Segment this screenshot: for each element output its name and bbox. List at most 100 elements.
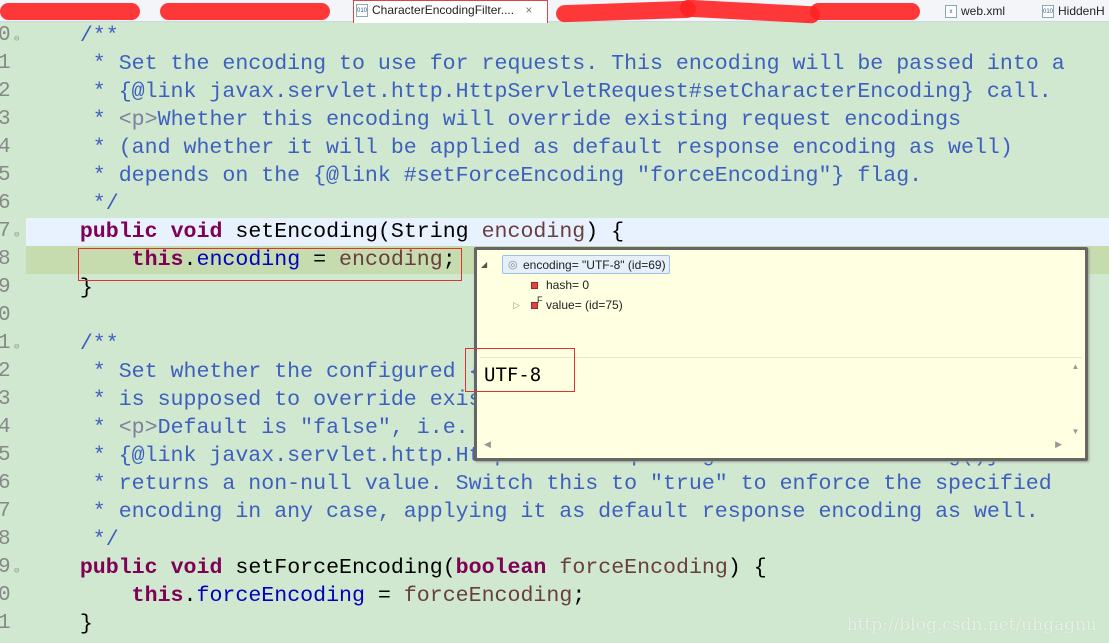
class-file-icon: 010	[1042, 5, 1054, 18]
code-token: *	[28, 108, 119, 132]
code-token: */	[28, 528, 119, 552]
final-marker: F	[537, 295, 543, 305]
code-line[interactable]: 6 * returns a non-null value. Switch thi…	[0, 470, 1109, 498]
code-token: * is supposed to override exis	[28, 388, 482, 412]
line-number: 1	[0, 332, 11, 355]
code-token: .	[183, 584, 197, 608]
code-line[interactable]: 8 */	[0, 526, 1109, 554]
redacted-tab-4[interactable]	[679, 0, 821, 24]
code-token: this	[131, 584, 184, 608]
local-variable-icon: ◎	[508, 259, 518, 271]
node-label: encoding= "UTF-8" (id=69)	[523, 258, 666, 272]
fold-toggle-icon[interactable]: ⊖	[14, 25, 19, 53]
line-number: 1	[0, 52, 11, 75]
code-token: * depends on the {@link #setForceEncodin…	[28, 164, 923, 188]
tab-hidden[interactable]: 010 HiddenH	[1040, 2, 1105, 22]
vertical-scrollbar[interactable]: ▲ ▼	[1069, 358, 1082, 442]
code-token: void	[170, 220, 223, 244]
line-number: 5	[0, 444, 11, 467]
line-number: 8	[0, 528, 11, 551]
line-number: 2	[0, 80, 11, 103]
tab-web-xml[interactable]: x web.xml	[943, 2, 1005, 22]
line-number: 3	[0, 108, 11, 131]
tab-label: CharacterEncodingFilter....	[372, 3, 515, 17]
code-token: * {@link javax.servlet.http.HttpServletR…	[28, 80, 1052, 104]
code-text: * (and whether it will be applied as def…	[28, 134, 1013, 162]
fold-toggle-icon[interactable]: ⊖	[14, 333, 19, 361]
code-line[interactable]: 5 * depends on the {@link #setForceEncod…	[0, 162, 1109, 190]
code-token: * Set the encoding to use for requests. …	[28, 52, 1065, 76]
watermark: http://blog.csdn.net/uhgagnu	[846, 615, 1097, 635]
code-token: forceEncoding	[196, 584, 365, 608]
class-file-icon: 010	[356, 4, 368, 17]
line-number: 0	[0, 584, 11, 607]
code-line[interactable]: 1 * Set the encoding to use for requests…	[0, 50, 1109, 78]
code-line[interactable]: 7 ⊖ public void setEncoding(String encodi…	[0, 218, 1109, 246]
code-token: void	[170, 556, 223, 580]
code-token: =	[364, 584, 404, 608]
redacted-tab-3[interactable]	[555, 0, 697, 23]
code-token: ) {	[727, 556, 767, 580]
variable-tree[interactable]: ◢ ◎ encoding= "UTF-8" (id=69) hash= 0 ▷ …	[477, 250, 1085, 354]
code-token: */	[28, 192, 119, 216]
line-number: 5	[0, 164, 11, 187]
fold-toggle-icon[interactable]: ⊖	[14, 221, 19, 249]
close-tab-icon[interactable]: ×	[525, 3, 532, 17]
code-line[interactable]: 6 */	[0, 190, 1109, 218]
line-number: 9	[0, 556, 11, 579]
collapse-arrow-icon[interactable]: ◢	[481, 256, 487, 275]
code-token: ) {	[585, 220, 625, 244]
line-number: 7	[0, 220, 11, 243]
code-token: encoding	[481, 220, 586, 244]
code-text: * returns a non-null value. Switch this …	[28, 470, 1052, 498]
code-line[interactable]: 4 * (and whether it will be applied as d…	[0, 134, 1109, 162]
code-text: public void setEncoding(String encoding)…	[28, 218, 624, 246]
expand-arrow-icon[interactable]: ▷	[513, 296, 520, 315]
line-number: 6	[0, 192, 11, 215]
line-number: 4	[0, 416, 11, 439]
code-text: * is supposed to override exis	[28, 386, 482, 414]
code-token: * Set whether the configured {	[28, 360, 482, 384]
code-text: * depends on the {@link #setForceEncodin…	[28, 162, 922, 190]
line-number: 1	[0, 612, 11, 635]
line-number: 2	[0, 360, 11, 383]
code-line[interactable]: 7 * encoding in any case, applying it as…	[0, 498, 1109, 526]
node-label: value= (id=75)	[546, 298, 623, 312]
code-token: Default is "false", i.e.	[157, 416, 469, 440]
fold-toggle-icon[interactable]: ⊖	[14, 557, 19, 585]
line-number: 4	[0, 136, 11, 159]
code-line[interactable]: 9 ⊖ public void setForceEncoding(boolean …	[0, 554, 1109, 582]
horizontal-scrollbar[interactable]: ◀ ▶	[480, 439, 1082, 456]
code-line[interactable]: 0 ⊖ /**	[0, 22, 1109, 50]
code-text: */	[28, 526, 119, 554]
tab-character-encoding-filter[interactable]: 010 CharacterEncodingFilter.... ×	[353, 0, 548, 23]
highlight-box-assignment	[78, 248, 462, 281]
private-field-icon	[531, 282, 538, 290]
redacted-tab-1[interactable]	[0, 3, 140, 20]
highlight-box-value	[465, 348, 575, 392]
code-line[interactable]: 0 this.forceEncoding = forceEncoding;	[0, 582, 1109, 610]
code-token: }	[28, 612, 93, 636]
code-token: setForceEncoding(	[222, 556, 456, 580]
redacted-tab-2[interactable]	[160, 3, 330, 20]
line-number: 7	[0, 500, 11, 523]
redacted-tab-5[interactable]	[810, 3, 920, 20]
code-text: /**	[28, 22, 119, 50]
code-token: /**	[28, 24, 119, 48]
tree-node-encoding[interactable]: ◎ encoding= "UTF-8" (id=69)	[502, 255, 670, 274]
code-line[interactable]: 2 * {@link javax.servlet.http.HttpServle…	[0, 78, 1109, 106]
code-line[interactable]: 3 * <p>Whether this encoding will overri…	[0, 106, 1109, 134]
line-number: 8	[0, 248, 11, 271]
line-number: 9	[0, 276, 11, 299]
code-token: forceEncoding	[403, 584, 573, 608]
line-number: 0	[0, 304, 11, 327]
tab-label: HiddenH	[1058, 4, 1105, 18]
code-text: * encoding in any case, applying it as d…	[28, 498, 1039, 526]
xml-file-icon: x	[945, 5, 957, 18]
code-token: public	[28, 220, 158, 244]
tree-node-value[interactable]: Fvalue= (id=75)	[531, 295, 623, 315]
